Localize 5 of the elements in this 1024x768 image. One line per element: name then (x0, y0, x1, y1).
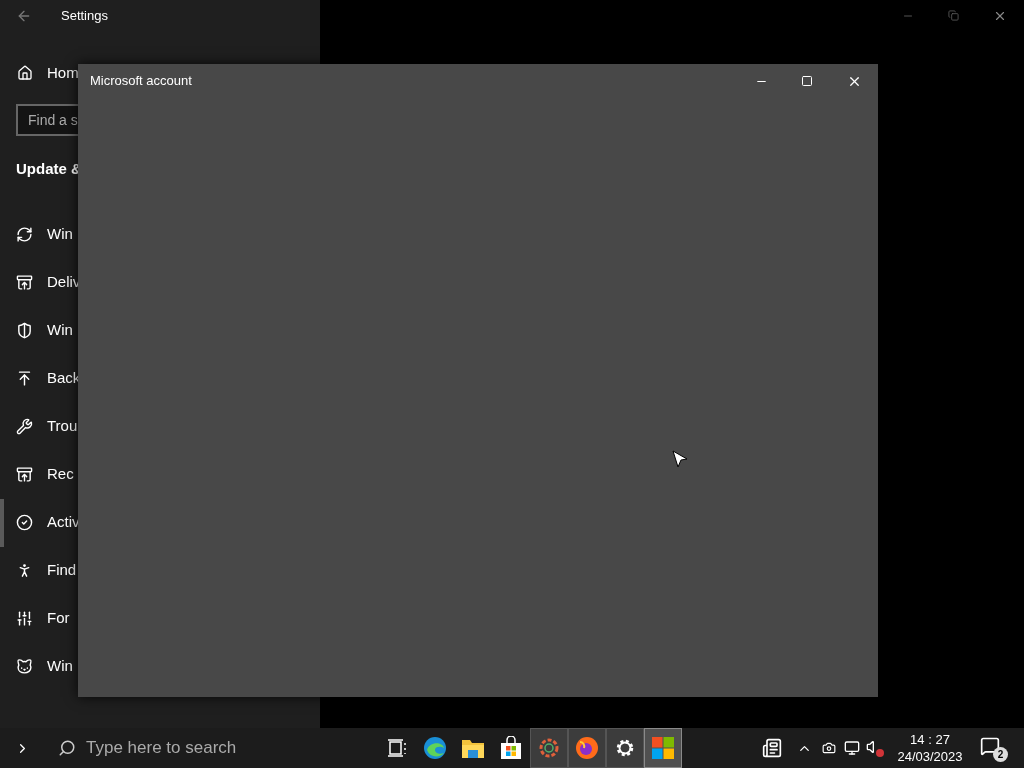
dialog-title: Microsoft account (90, 72, 193, 91)
clock-time: 14 : 27 (910, 731, 950, 748)
notification-badge: 2 (993, 747, 1008, 762)
clock-date: 24/03/2023 (897, 748, 963, 765)
window-title: Settings (61, 7, 108, 26)
